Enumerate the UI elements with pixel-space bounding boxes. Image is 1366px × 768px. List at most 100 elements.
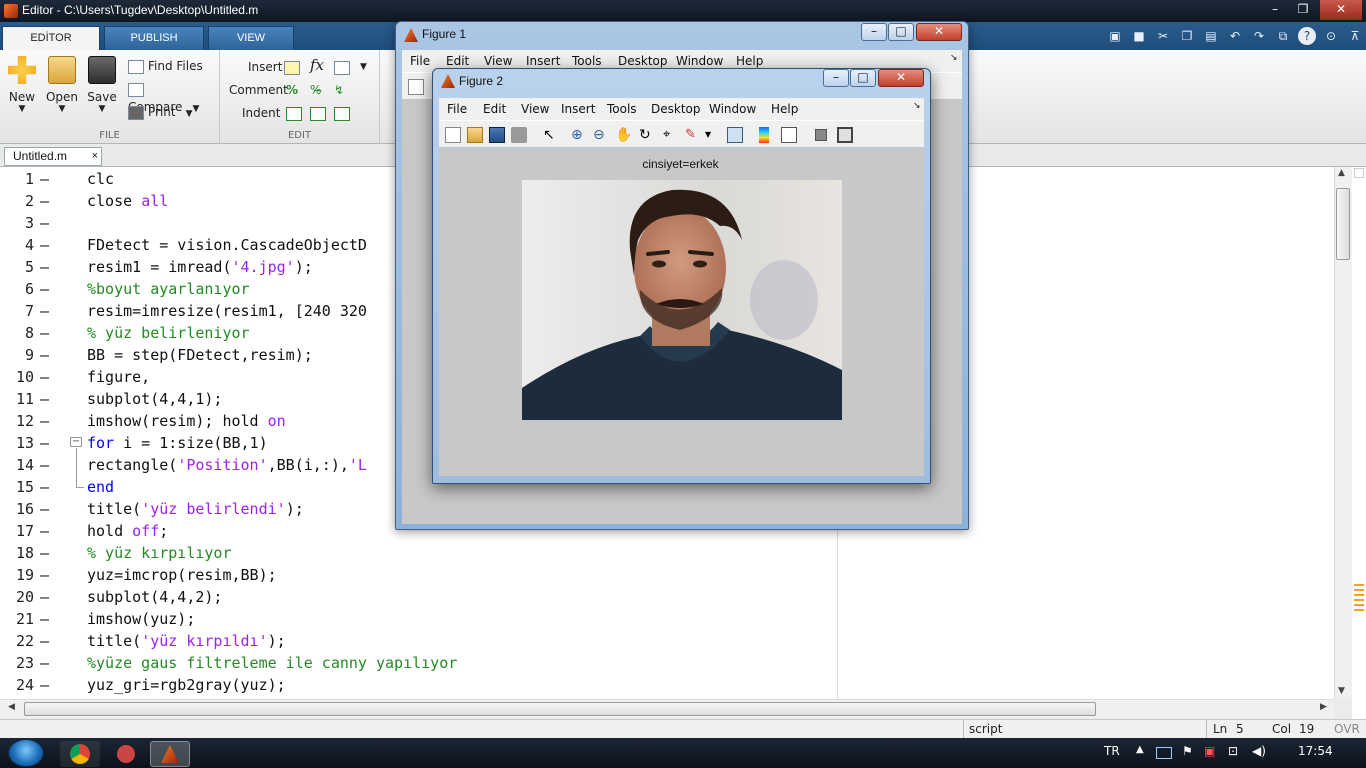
figure-2-close-button[interactable]: ✕: [878, 69, 924, 87]
code-text[interactable]: clc: [87, 168, 114, 190]
code-text[interactable]: yuz=imcrop(resim,BB);: [87, 564, 277, 586]
flag-icon[interactable]: ⚑: [1182, 744, 1193, 758]
line-number[interactable]: 23: [0, 652, 34, 674]
redo-icon[interactable]: ↷: [1250, 27, 1268, 45]
close-button[interactable]: ✕: [1320, 0, 1362, 20]
code-text[interactable]: resim1 = imread('4.jpg');: [87, 256, 313, 278]
line-number[interactable]: 16: [0, 498, 34, 520]
breakpoint-marker[interactable]: —: [40, 212, 49, 234]
layout-icon[interactable]: ▣: [1106, 27, 1124, 45]
scroll-down-icon[interactable]: ▼: [1338, 686, 1345, 696]
network-icon[interactable]: ⊡: [1228, 744, 1238, 758]
breakpoint-marker[interactable]: —: [40, 168, 49, 190]
fig2-menu-window[interactable]: Window: [709, 102, 756, 116]
legend-icon[interactable]: [781, 127, 797, 143]
fig2-menu-insert[interactable]: Insert: [561, 102, 595, 116]
code-text[interactable]: end: [87, 476, 114, 498]
figure-1-maximize-button[interactable]: □: [888, 23, 914, 41]
fig2-menu-view[interactable]: View: [521, 102, 549, 116]
fig2-menu-file[interactable]: File: [447, 102, 467, 116]
new-figure-icon[interactable]: [445, 127, 461, 143]
line-number[interactable]: 8: [0, 322, 34, 344]
dock-arrow-icon[interactable]: ↘: [950, 53, 958, 63]
language-indicator[interactable]: TR: [1104, 744, 1120, 758]
fig1-menu-file[interactable]: File: [410, 54, 430, 68]
breakpoint-marker[interactable]: —: [40, 344, 49, 366]
uncomment-icon[interactable]: %̶: [310, 81, 321, 99]
fig2-menu-help[interactable]: Help: [771, 102, 798, 116]
line-number[interactable]: 20: [0, 586, 34, 608]
close-tab-icon[interactable]: ×: [92, 148, 98, 165]
security-icon[interactable]: ▣: [1204, 744, 1215, 758]
pin-icon[interactable]: ⊼: [1346, 27, 1364, 45]
breakpoint-marker[interactable]: —: [40, 234, 49, 256]
horizontal-scroll-thumb[interactable]: [24, 702, 1096, 716]
code-line[interactable]: 19 — yuz=imcrop(resim,BB);: [0, 564, 1334, 586]
line-number[interactable]: 6: [0, 278, 34, 300]
copy-icon[interactable]: ❐: [1178, 27, 1196, 45]
figure-2-minimize-button[interactable]: –: [823, 69, 849, 87]
monitor-icon[interactable]: [1156, 747, 1172, 759]
code-line[interactable]: 24 — yuz_gri=rgb2gray(yuz);: [0, 674, 1334, 696]
clock[interactable]: 17:54: [1298, 744, 1333, 758]
line-number[interactable]: 15: [0, 476, 34, 498]
breakpoint-marker[interactable]: —: [40, 542, 49, 564]
code-text[interactable]: subplot(4,4,1);: [87, 388, 222, 410]
code-line[interactable]: 21 — imshow(yuz);: [0, 608, 1334, 630]
rotate-3d-icon[interactable]: ↻: [639, 127, 655, 143]
line-number[interactable]: 4: [0, 234, 34, 256]
fig1-menu-tools[interactable]: Tools: [572, 54, 602, 68]
code-line[interactable]: 23 — %yüze gaus filtreleme ile canny yapıl…: [0, 652, 1334, 674]
line-number[interactable]: 3: [0, 212, 34, 234]
breakpoint-marker[interactable]: —: [40, 652, 49, 674]
line-number[interactable]: 18: [0, 542, 34, 564]
chevron-down-icon[interactable]: ▼: [360, 58, 367, 76]
line-number[interactable]: 10: [0, 366, 34, 388]
increase-indent-icon[interactable]: [310, 104, 330, 122]
code-text[interactable]: BB = step(FDetect,resim);: [87, 344, 313, 366]
breakpoint-marker[interactable]: —: [40, 190, 49, 212]
breakpoint-marker[interactable]: —: [40, 586, 49, 608]
breakpoint-marker[interactable]: —: [40, 300, 49, 322]
breakpoint-marker[interactable]: —: [40, 322, 49, 344]
line-number[interactable]: 5: [0, 256, 34, 278]
fig1-menu-help[interactable]: Help: [736, 54, 763, 68]
brush-icon[interactable]: ✎: [685, 127, 701, 143]
chrome-taskbar-button[interactable]: [60, 741, 100, 767]
code-text[interactable]: resim=imresize(resim1, [240 320: [87, 300, 367, 322]
open-file-icon[interactable]: [467, 127, 483, 143]
app-taskbar-button[interactable]: [106, 741, 146, 767]
new-figure-icon[interactable]: [408, 79, 424, 95]
help-icon[interactable]: ?: [1298, 27, 1316, 45]
hide-plot-tools-icon[interactable]: [815, 129, 827, 141]
breakpoint-marker[interactable]: —: [40, 608, 49, 630]
new-button[interactable]: New ▼: [0, 56, 44, 114]
code-text[interactable]: subplot(4,4,2);: [87, 586, 222, 608]
fx-button[interactable]: fx: [310, 56, 324, 74]
code-text[interactable]: for i = 1:size(BB,1): [87, 432, 268, 454]
fig1-menu-insert[interactable]: Insert: [526, 54, 560, 68]
print-figure-icon[interactable]: [511, 127, 527, 143]
save-icon[interactable]: ■: [1130, 27, 1148, 45]
zoom-in-icon[interactable]: ⊕: [571, 127, 587, 143]
fig2-menu-tools[interactable]: Tools: [607, 102, 637, 116]
code-text[interactable]: title('yüz kırpıldı');: [87, 630, 286, 652]
save-figure-icon[interactable]: [489, 127, 505, 143]
code-text[interactable]: close all: [87, 190, 168, 212]
volume-icon[interactable]: ◀): [1252, 744, 1266, 758]
scroll-left-icon[interactable]: ◀: [8, 702, 15, 712]
tab-view[interactable]: VIEW: [208, 26, 294, 50]
code-text[interactable]: imshow(yuz);: [87, 608, 195, 630]
line-number[interactable]: 24: [0, 674, 34, 696]
maximize-button[interactable]: ❐: [1290, 0, 1316, 20]
tab-publish[interactable]: PUBLISH: [104, 26, 204, 50]
fig2-menu-desktop[interactable]: Desktop: [651, 102, 701, 116]
breakpoint-marker[interactable]: —: [40, 476, 49, 498]
code-text[interactable]: yuz_gri=rgb2gray(yuz);: [87, 674, 286, 696]
code-text[interactable]: title('yüz belirlendi');: [87, 498, 304, 520]
switch-windows-icon[interactable]: ⧉: [1274, 27, 1292, 45]
fig2-menu-edit[interactable]: Edit: [483, 102, 506, 116]
line-number[interactable]: 1: [0, 168, 34, 190]
fig1-menu-desktop[interactable]: Desktop: [618, 54, 668, 68]
breakpoint-marker[interactable]: —: [40, 454, 49, 476]
